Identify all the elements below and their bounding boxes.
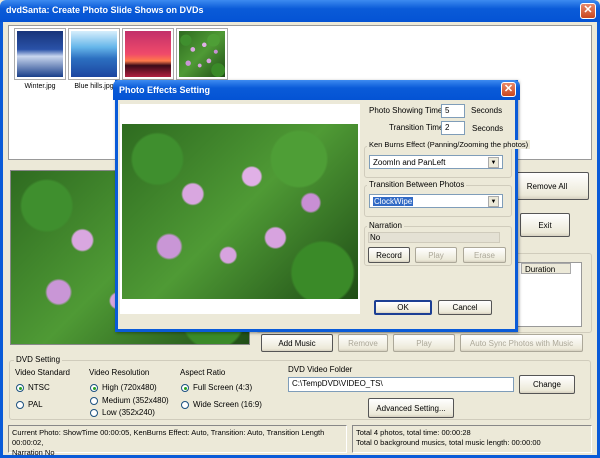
dvd-setting-title: DVD Setting (14, 355, 63, 364)
status-text: Current Photo: ShowTime 00:00:05, KenBur… (12, 428, 325, 447)
record-label: Record (376, 250, 402, 260)
exit-button[interactable]: Exit (520, 213, 570, 237)
status-current-photo: Current Photo: ShowTime 00:00:05, KenBur… (8, 425, 347, 457)
ken-burns-value: ZoomIn and PanLeft (373, 157, 446, 167)
close-window-button[interactable]: ✕ (580, 3, 596, 19)
thumbnail-water-lilies[interactable] (176, 28, 228, 80)
transition-value: ClockWipe (373, 196, 414, 206)
radio-medium[interactable]: Medium (352x480) (90, 396, 169, 405)
radio-label: NTSC (28, 383, 50, 392)
thumbnail-winter[interactable] (14, 28, 66, 80)
video-standard-label: Video Standard (15, 368, 71, 377)
ken-burns-label: Ken Burns Effect (Panning/Zooming the ph… (367, 140, 531, 149)
radio-label: Wide Screen (16:9) (193, 400, 262, 409)
aspect-ratio-label: Aspect Ratio (180, 368, 226, 377)
record-button[interactable]: Record (368, 247, 410, 263)
remove-music-button[interactable]: Remove (338, 334, 388, 352)
cancel-label: Cancel (452, 303, 478, 312)
transition-select[interactable]: ClockWipe ▼ (369, 194, 503, 208)
transition-time-input[interactable]: 2 (441, 121, 465, 135)
ken-burns-select[interactable]: ZoomIn and PanLeft ▼ (369, 155, 503, 169)
seconds-label: Seconds (472, 124, 504, 133)
play-label: Play (428, 250, 444, 260)
radio-label: Low (352x240) (102, 408, 155, 417)
narration-value: No (368, 232, 500, 243)
radio-ntsc[interactable]: NTSC (16, 383, 50, 392)
thumbnail-label: Winter.jpg (24, 83, 56, 90)
chevron-down-icon: ▼ (488, 195, 499, 207)
radio-low[interactable]: Low (352x240) (90, 408, 155, 417)
seconds-label: Seconds (471, 106, 503, 115)
dvd-folder-label: DVD Video Folder (288, 365, 353, 374)
dialog-preview-image (122, 124, 358, 299)
show-time-input[interactable]: 5 (441, 104, 465, 118)
dialog-close-button[interactable]: ✕ (501, 82, 516, 97)
remove-music-label: Remove (348, 338, 378, 348)
window-title: dvdSanta: Create Photo Slide Shows on DV… (6, 5, 204, 15)
auto-sync-label: Auto Sync Photos with Music (469, 338, 574, 348)
advanced-setting-button[interactable]: Advanced Setting... (368, 398, 454, 418)
erase-button[interactable]: Erase (463, 247, 506, 263)
cancel-button[interactable]: Cancel (438, 300, 492, 315)
change-label: Change (532, 380, 562, 389)
radio-label: Medium (352x480) (102, 396, 169, 405)
radio-label: PAL (28, 400, 43, 409)
narration-play-button[interactable]: Play (415, 247, 457, 263)
status-text: Total 4 photos, total time: 00:00:28 (356, 428, 471, 437)
add-music-button[interactable]: Add Music (261, 334, 333, 352)
thumbnail-blue-hills[interactable] (68, 28, 120, 80)
dialog-title: Photo Effects Setting (119, 85, 211, 95)
dvd-folder-input[interactable]: C:\TempDVD\VIDEO_TS\ (288, 377, 514, 392)
play-music-label: Play (416, 338, 432, 348)
thumbnail-sunset[interactable] (122, 28, 174, 80)
transition-label: Transition Between Photos (367, 180, 467, 189)
advanced-label: Advanced Setting... (376, 403, 446, 413)
status-text: Total 0 background musics, total music l… (356, 438, 541, 447)
radio-label: High (720x480) (102, 383, 157, 392)
radio-high[interactable]: High (720x480) (90, 383, 157, 392)
add-music-label: Add Music (278, 338, 316, 348)
change-folder-button[interactable]: Change (519, 375, 575, 394)
auto-sync-button[interactable]: Auto Sync Photos with Music (460, 334, 583, 352)
show-time-label: Photo Showing Time: (369, 106, 445, 115)
radio-label: Full Screen (4:3) (193, 383, 253, 392)
erase-label: Erase (474, 250, 495, 260)
ok-button[interactable]: OK (374, 300, 432, 315)
ok-label: OK (397, 303, 409, 312)
status-totals: Total 4 photos, total time: 00:00:28 Tota… (352, 425, 592, 453)
chevron-down-icon: ▼ (488, 156, 499, 168)
radio-wide-screen[interactable]: Wide Screen (16:9) (181, 400, 262, 409)
video-resolution-label: Video Resolution (89, 368, 150, 377)
radio-pal[interactable]: PAL (16, 400, 43, 409)
transition-time-label: Transition Time (389, 123, 444, 132)
play-music-button[interactable]: Play (393, 334, 455, 352)
radio-full-screen[interactable]: Full Screen (4:3) (181, 383, 252, 392)
narration-label: Narration (367, 221, 404, 230)
column-header-duration[interactable]: Duration (521, 263, 571, 274)
dialog-title-bar: Photo Effects Setting (113, 80, 520, 100)
main-title-bar: dvdSanta: Create Photo Slide Shows on DV… (0, 0, 600, 22)
remove-all-label: Remove All (526, 181, 568, 191)
exit-label: Exit (538, 220, 552, 230)
status-text: Narration No (12, 448, 55, 457)
